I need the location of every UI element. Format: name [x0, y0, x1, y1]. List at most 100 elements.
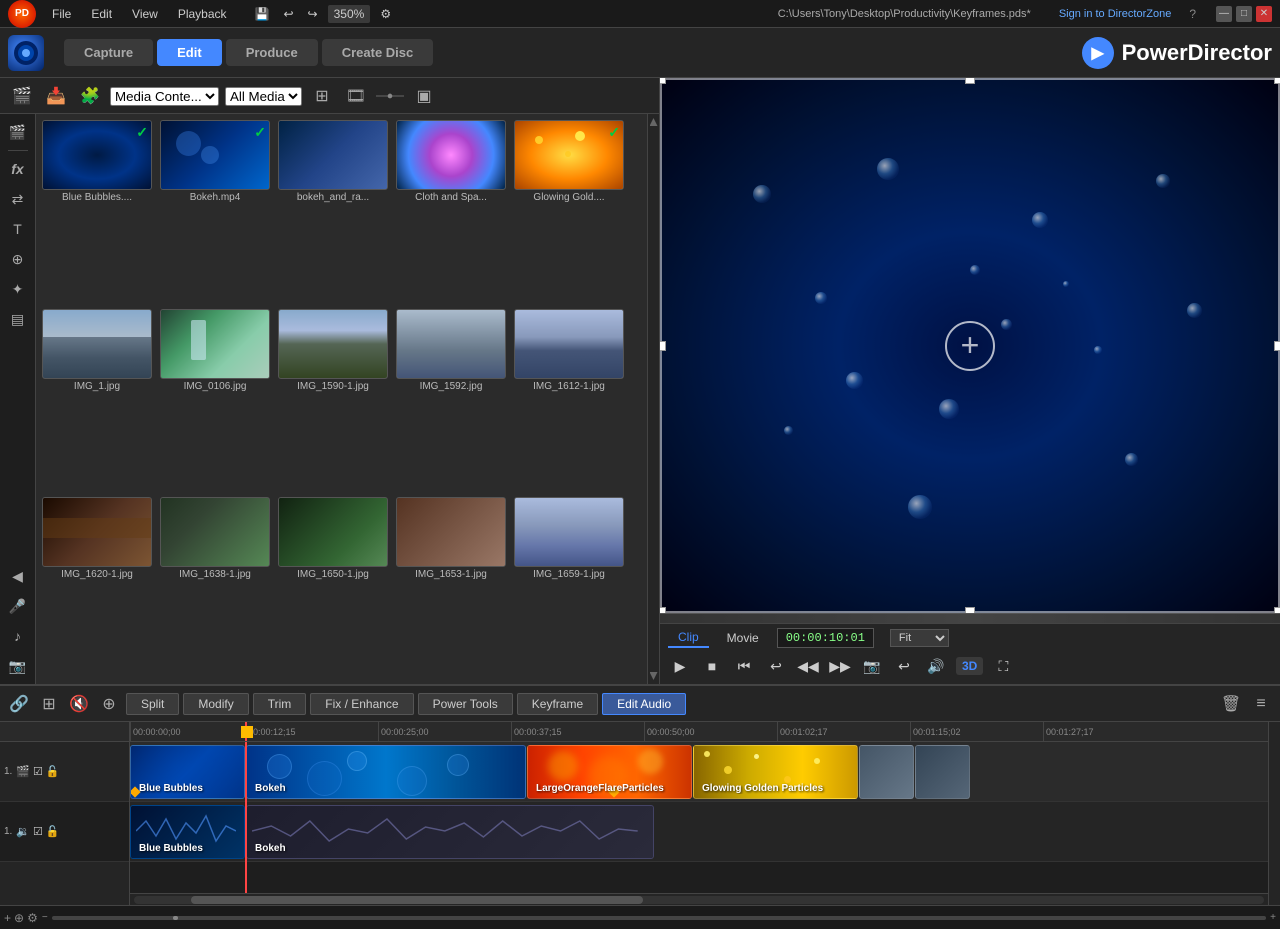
- movie-tab[interactable]: Movie: [717, 629, 769, 647]
- media-item-blue-bubbles[interactable]: ✓ Blue Bubbles....: [42, 120, 152, 301]
- fullscreen-button[interactable]: ⛶: [991, 654, 1015, 678]
- media-item-img1659[interactable]: IMG_1659-1.jpg: [514, 497, 624, 678]
- minimize-button[interactable]: —: [1216, 6, 1232, 22]
- settings-label[interactable]: 350%: [328, 5, 371, 23]
- fast-forward-button[interactable]: ▶▶: [828, 654, 852, 678]
- maximize-button[interactable]: □: [1236, 6, 1252, 22]
- particle-icon[interactable]: ✦: [4, 275, 32, 303]
- clip-gray-1[interactable]: [859, 745, 914, 799]
- view-icon[interactable]: ▣: [410, 82, 438, 110]
- snapshot-button[interactable]: 📷: [860, 654, 884, 678]
- audio-track-checkbox[interactable]: ☑: [33, 825, 43, 838]
- all-media-select[interactable]: All Media: [225, 87, 302, 106]
- clip-gold-particles[interactable]: Glowing Golden Particles: [693, 745, 858, 799]
- media-item-img1[interactable]: IMG_1.jpg: [42, 309, 152, 490]
- clip-blue-bubbles[interactable]: Blue Bubbles: [130, 745, 245, 799]
- media-item-bokeh-mp4[interactable]: ✓ Bokeh.mp4: [160, 120, 270, 301]
- media-item-img1650[interactable]: IMG_1650-1.jpg: [278, 497, 388, 678]
- zoom-slider[interactable]: [52, 916, 1266, 920]
- rewind-button[interactable]: ◀◀: [796, 654, 820, 678]
- media-item-img0106[interactable]: IMG_0106.jpg: [160, 309, 270, 490]
- menu-edit[interactable]: Edit: [87, 5, 116, 23]
- media-library-icon[interactable]: 🎬: [4, 118, 32, 146]
- preview-hscroll[interactable]: [660, 613, 1280, 623]
- handle-br[interactable]: [1274, 607, 1280, 613]
- zoom-fit-icon[interactable]: ⊞: [36, 691, 62, 717]
- trim-button[interactable]: Trim: [253, 693, 307, 715]
- overlay-icon[interactable]: ⊕: [4, 245, 32, 273]
- timeline-zoom-icon[interactable]: ⊕: [96, 691, 122, 717]
- track-settings-icon[interactable]: ⚙: [27, 911, 38, 925]
- import-icon[interactable]: 📥: [42, 82, 70, 110]
- media-item-img1590[interactable]: IMG_1590-1.jpg: [278, 309, 388, 490]
- redo-icon[interactable]: ↪: [304, 5, 322, 23]
- video-track-checkbox[interactable]: ☑: [33, 765, 43, 778]
- media-item-img1612[interactable]: IMG_1612-1.jpg: [514, 309, 624, 490]
- clip-bokeh-video[interactable]: Bokeh: [246, 745, 526, 799]
- handle-bl[interactable]: [660, 607, 666, 613]
- fit-select[interactable]: Fit 100% 150%: [890, 629, 949, 647]
- fix-enhance-button[interactable]: Fix / Enhance: [310, 693, 413, 715]
- 3d-button[interactable]: 3D: [956, 657, 983, 675]
- audio-clip-bokeh[interactable]: Bokeh: [246, 805, 654, 859]
- tab-create-disc[interactable]: Create Disc: [322, 39, 434, 66]
- audio-track-lock-icon[interactable]: 🔓: [46, 825, 60, 838]
- snapshot-icon[interactable]: 📷: [4, 652, 32, 680]
- film-view-icon[interactable]: 🎞: [342, 82, 370, 110]
- media-type-select[interactable]: Media Conte...: [110, 87, 219, 106]
- undo-icon[interactable]: ↩: [279, 5, 297, 23]
- zoom-minus-icon[interactable]: −: [42, 912, 48, 923]
- media-scrollbar[interactable]: [647, 114, 659, 684]
- handle-tl[interactable]: [660, 78, 666, 84]
- music-icon[interactable]: ♪: [4, 622, 32, 650]
- transition-icon[interactable]: ⇄: [4, 185, 32, 213]
- scroll-down-icon[interactable]: [650, 672, 658, 680]
- handle-tr[interactable]: [1274, 78, 1280, 84]
- mic-icon[interactable]: 🎤: [4, 592, 32, 620]
- template-icon[interactable]: ▤: [4, 305, 32, 333]
- preferences-icon[interactable]: ⚙: [376, 5, 395, 23]
- tab-capture[interactable]: Capture: [64, 39, 153, 66]
- fx-icon[interactable]: fx: [4, 155, 32, 183]
- media-item-img1592[interactable]: IMG_1592.jpg: [396, 309, 506, 490]
- timeline-vscroll[interactable]: [1268, 722, 1280, 905]
- delete-icon[interactable]: 🗑: [1218, 691, 1244, 717]
- grid-view-icon[interactable]: ⊞: [308, 82, 336, 110]
- scroll-up-icon[interactable]: [650, 118, 658, 126]
- handle-ml[interactable]: [660, 341, 666, 351]
- slider-icon[interactable]: [376, 82, 404, 110]
- puzzle-icon[interactable]: 🧩: [76, 82, 104, 110]
- zoom-plus-icon[interactable]: +: [1270, 912, 1276, 923]
- play-button[interactable]: ▶: [668, 654, 692, 678]
- menu-view[interactable]: View: [128, 5, 162, 23]
- modify-button[interactable]: Modify: [183, 693, 248, 715]
- media-item-glowing-gold[interactable]: ✓ Glowing Gold....: [514, 120, 624, 301]
- add-track-icon[interactable]: +: [4, 911, 11, 925]
- stop-button[interactable]: ■: [700, 654, 724, 678]
- sign-in-link[interactable]: Sign in to DirectorZone: [1059, 8, 1172, 20]
- collapse-panel-icon[interactable]: ◀: [4, 562, 32, 590]
- tab-edit[interactable]: Edit: [157, 39, 222, 66]
- mark-in-button[interactable]: ↩: [764, 654, 788, 678]
- media-item-img1638[interactable]: IMG_1638-1.jpg: [160, 497, 270, 678]
- split-button[interactable]: Split: [126, 693, 179, 715]
- media-item-img1653[interactable]: IMG_1653-1.jpg: [396, 497, 506, 678]
- prev-frame-button[interactable]: ⏮: [732, 654, 756, 678]
- handle-bm[interactable]: [965, 607, 975, 613]
- clip-tab[interactable]: Clip: [668, 628, 709, 648]
- media-icon[interactable]: 🎬: [8, 82, 36, 110]
- snap-icon[interactable]: 🔗: [6, 691, 32, 717]
- power-tools-button[interactable]: Power Tools: [418, 693, 513, 715]
- edit-audio-button[interactable]: Edit Audio: [602, 693, 686, 715]
- media-item-bokeh-ra[interactable]: bokeh_and_ra...: [278, 120, 388, 301]
- video-track-lock-icon[interactable]: 🔓: [46, 765, 60, 778]
- clip-orange-flare[interactable]: LargeOrangeFlareParticles: [527, 745, 692, 799]
- menu-file[interactable]: File: [48, 5, 75, 23]
- help-icon[interactable]: ?: [1189, 7, 1196, 21]
- clip-gray-2[interactable]: [915, 745, 970, 799]
- audio-button[interactable]: 🔊: [924, 654, 948, 678]
- save-icon[interactable]: 💾: [251, 5, 274, 23]
- audio-clip-blue-bubbles[interactable]: Blue Bubbles: [130, 805, 245, 859]
- track-zoom-icon[interactable]: ⊕: [14, 911, 24, 925]
- close-button[interactable]: ✕: [1256, 6, 1272, 22]
